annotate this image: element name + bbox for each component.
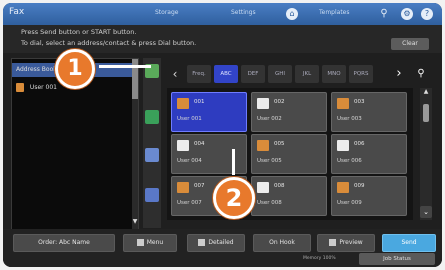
sort-order-button[interactable]: Order: Abc Name — [13, 234, 115, 252]
person-icon — [337, 98, 349, 109]
contact-tile[interactable]: 005 User 005 — [251, 134, 327, 174]
tile-number: 005 — [274, 141, 285, 147]
tile-name: User 004 — [177, 158, 202, 164]
person-icon — [177, 98, 189, 109]
fax-icon — [177, 140, 189, 151]
callout-leader-line — [99, 65, 151, 68]
tab-pqrs[interactable]: PQRS — [349, 65, 373, 83]
person-icon — [257, 140, 269, 151]
templates-link[interactable]: Templates — [319, 9, 350, 16]
message-line-1: Press Send button or START button. — [21, 28, 137, 36]
tab-frequent[interactable]: Freq. — [187, 65, 211, 83]
group-icon[interactable] — [145, 110, 159, 124]
clear-button[interactable]: Clear — [391, 38, 429, 50]
tile-name: User 008 — [257, 200, 282, 206]
tile-name: User 003 — [337, 116, 362, 122]
menu-icon — [136, 239, 144, 246]
settings-link[interactable]: Settings — [231, 9, 256, 16]
list-item-label: User 001 — [29, 84, 57, 91]
preview-button[interactable]: Preview — [317, 234, 375, 252]
scroll-thumb[interactable] — [423, 104, 429, 122]
tile-number: 003 — [354, 99, 365, 105]
preview-label: Preview — [339, 239, 363, 246]
contact-tile[interactable]: 006 User 006 — [331, 134, 407, 174]
bottom-toolbar: Order: Abc Name Menu Detailed On Hook Pr… — [3, 229, 442, 267]
callout-marker-1: 1 — [55, 49, 95, 89]
tile-number: 008 — [274, 183, 285, 189]
tab-abc[interactable]: ABC — [214, 65, 238, 83]
tile-number: 006 — [354, 141, 365, 147]
tile-name: User 005 — [257, 158, 282, 164]
detailed-label: Detailed — [208, 239, 234, 246]
gear-icon[interactable]: ⚙ — [401, 8, 413, 20]
callout-marker-2: 2 — [213, 177, 255, 219]
tile-number: 009 — [354, 183, 365, 189]
search-icon[interactable]: ⚲ — [413, 66, 429, 82]
tile-name: User 007 — [177, 200, 202, 206]
header-bar: Fax Storage Settings ⌂ Templates ⚲ ⚙ ? — [3, 3, 442, 25]
tile-number: 007 — [194, 183, 205, 189]
chevron-right-icon[interactable]: › — [392, 65, 406, 83]
history-icon[interactable] — [145, 188, 159, 202]
person-icon — [177, 182, 189, 193]
chevron-down-icon[interactable]: ⌄ — [420, 206, 432, 218]
contact-tile[interactable]: 003 User 003 — [331, 92, 407, 132]
help-icon[interactable]: ? — [421, 8, 433, 20]
chevron-up-icon[interactable]: ▲ — [420, 88, 432, 98]
contact-tile[interactable]: 008 User 008 — [251, 176, 327, 216]
callout-leader-line — [232, 149, 235, 175]
contact-tile[interactable]: 004 User 004 — [171, 134, 247, 174]
message-line-2: To dial, select an address/contact & pre… — [21, 39, 197, 47]
fax-icon — [337, 140, 349, 151]
person-icon — [16, 83, 24, 92]
tile-name: User 006 — [337, 158, 362, 164]
on-hook-button[interactable]: On Hook — [253, 234, 311, 252]
function-strip — [143, 58, 161, 228]
contact-tile[interactable]: 002 User 002 — [251, 92, 327, 132]
fax-icon — [257, 182, 269, 193]
tile-name: User 001 — [177, 116, 202, 122]
grid-scrollbar[interactable]: ▲ ⌄ — [420, 88, 432, 220]
app-title: Fax — [9, 7, 25, 17]
menu-button[interactable]: Menu — [123, 234, 177, 252]
tile-number: 001 — [194, 99, 205, 105]
tile-name: User 002 — [257, 116, 282, 122]
job-status-button[interactable]: Job Status — [359, 253, 435, 265]
ldap-icon[interactable] — [145, 148, 159, 162]
tile-number: 002 — [274, 99, 285, 105]
chevron-down-icon[interactable]: ▼ — [132, 217, 138, 227]
search-icon[interactable]: ⚲ — [378, 8, 390, 20]
preview-icon — [329, 239, 337, 246]
device-screen: Fax Storage Settings ⌂ Templates ⚲ ⚙ ? P… — [3, 3, 442, 267]
tile-name: User 009 — [337, 200, 362, 206]
tile-number: 004 — [194, 141, 205, 147]
index-tabs: ‹ Freq. ABC DEF GHI JKL MNO PQRS — [169, 65, 384, 83]
contact-grid: 001 User 001 002 User 002 003 User 003 0… — [167, 88, 413, 220]
chevron-left-icon[interactable]: ‹ — [169, 65, 181, 83]
storage-link[interactable]: Storage — [155, 9, 178, 16]
tab-ghi[interactable]: GHI — [268, 65, 292, 83]
contact-tile[interactable]: 009 User 009 — [331, 176, 407, 216]
list-item-label: Address Book — [16, 66, 57, 73]
tab-def[interactable]: DEF — [241, 65, 265, 83]
detail-icon — [198, 239, 206, 246]
tab-jkl[interactable]: JKL — [295, 65, 319, 83]
home-icon[interactable]: ⌂ — [286, 8, 298, 20]
menu-label: Menu — [146, 239, 164, 246]
list-scrollbar[interactable] — [132, 59, 138, 229]
send-button[interactable]: Send — [382, 234, 436, 252]
contact-tile[interactable]: 001 User 001 — [171, 92, 247, 132]
person-icon — [337, 182, 349, 193]
tab-mno[interactable]: MNO — [322, 65, 346, 83]
detailed-button[interactable]: Detailed — [187, 234, 245, 252]
memory-indicator: Memory 100% — [303, 256, 336, 261]
fax-icon — [257, 98, 269, 109]
